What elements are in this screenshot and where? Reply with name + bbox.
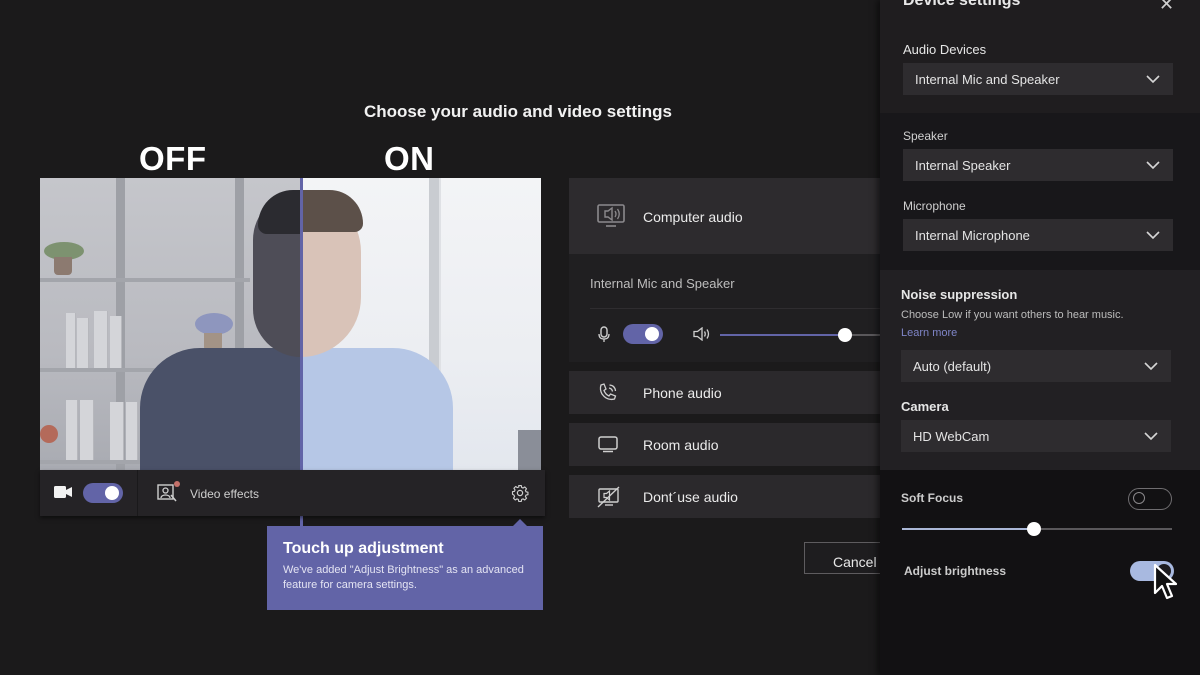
adjust-brightness-label: Adjust brightness: [904, 564, 1007, 578]
gear-icon[interactable]: [511, 484, 529, 507]
mouse-cursor-icon: [1153, 563, 1179, 608]
plant: [195, 313, 233, 335]
camera-select[interactable]: HD WebCam: [901, 420, 1171, 452]
book: [66, 313, 76, 368]
video-effects-icon[interactable]: [157, 484, 177, 507]
audio-devices-label: Audio Devices: [903, 42, 987, 57]
page-title: Choose your audio and video settings: [364, 102, 672, 121]
room-audio-label: Room audio: [643, 437, 719, 453]
comparison-label-off: OFF: [139, 140, 207, 177]
soft-focus-slider[interactable]: [902, 522, 1172, 536]
room-audio-icon: [597, 434, 619, 459]
touch-up-tooltip: Touch up adjustment We've added "Adjust …: [267, 519, 543, 610]
notification-dot: [174, 481, 180, 487]
select-value: Internal Microphone: [915, 228, 1030, 243]
speaker-microphone-group: Speaker Internal Speaker Microphone Inte…: [880, 113, 1200, 270]
toolbar-divider: [137, 470, 138, 516]
phone-audio-label: Phone audio: [643, 385, 722, 401]
audio-option-computer[interactable]: Computer audio: [569, 178, 880, 254]
shelf: [40, 278, 250, 282]
soft-focus-toggle[interactable]: [1128, 488, 1172, 510]
plant-pot: [54, 257, 72, 275]
camera-label: Camera: [901, 399, 949, 414]
person-body-bright: [301, 348, 453, 470]
chair: [518, 430, 541, 470]
toggle-knob: [645, 327, 659, 341]
plant: [40, 425, 58, 443]
video-preview: [40, 178, 541, 470]
chevron-down-icon: [1145, 227, 1161, 248]
speaker-volume-slider[interactable]: [720, 328, 880, 342]
speaker-label: Speaker: [903, 129, 948, 143]
microphone-select[interactable]: Internal Microphone: [903, 219, 1173, 251]
chevron-down-icon: [1143, 358, 1159, 379]
slider-fill: [902, 528, 1035, 530]
noise-suppression-help: Choose Low if you want others to hear mu…: [901, 309, 1124, 321]
tooltip-title: Touch up adjustment: [283, 540, 444, 557]
soft-focus-label: Soft Focus: [901, 491, 963, 505]
device-name: Internal Mic and Speaker: [590, 276, 735, 291]
audio-option-none[interactable]: Dont´use audio: [569, 475, 880, 518]
camera-toggle[interactable]: [83, 483, 123, 503]
divider: [590, 308, 880, 309]
book: [110, 316, 122, 368]
book: [126, 402, 138, 460]
select-value: Auto (default): [913, 359, 992, 374]
noise-suppression-select[interactable]: Auto (default): [901, 350, 1171, 382]
book: [66, 400, 78, 460]
noise-suppression-label: Noise suppression: [901, 287, 1018, 302]
phone-audio-icon: [597, 382, 619, 409]
no-audio-icon: [597, 486, 621, 513]
slider-fill: [720, 334, 845, 336]
computer-audio-details: Internal Mic and Speaker: [569, 254, 880, 362]
video-camera-icon: [54, 485, 72, 504]
chevron-down-icon: [1143, 428, 1159, 449]
person-body-dim: [140, 348, 301, 470]
toggle-knob: [1133, 492, 1145, 504]
preview-brightness-off: [40, 178, 301, 470]
select-value: HD WebCam: [913, 429, 990, 444]
toggle-knob: [105, 486, 119, 500]
book: [77, 318, 89, 368]
video-effects-label[interactable]: Video effects: [190, 487, 259, 501]
comparison-label-on: ON: [384, 140, 435, 177]
slider-thumb[interactable]: [837, 328, 852, 342]
select-value: Internal Mic and Speaker: [915, 72, 1060, 87]
microphone-toggle[interactable]: [623, 324, 663, 344]
device-settings-title: Device settings: [903, 0, 1021, 9]
person-hair-dim: [258, 190, 301, 234]
microphone-icon: [598, 326, 610, 348]
book: [80, 400, 94, 460]
tooltip-body: We've added "Adjust Brightness" as an ad…: [283, 564, 524, 591]
audio-option-room[interactable]: Room audio: [569, 423, 880, 466]
select-value: Internal Speaker: [915, 158, 1011, 173]
close-icon[interactable]: ✕: [1159, 0, 1174, 15]
chevron-down-icon: [1145, 157, 1161, 178]
no-audio-label: Dont´use audio: [643, 489, 738, 505]
chevron-down-icon: [1145, 71, 1161, 92]
learn-more-link[interactable]: Learn more: [901, 327, 957, 339]
computer-audio-icon: [597, 204, 625, 233]
microphone-label: Microphone: [903, 199, 966, 213]
audio-option-phone[interactable]: Phone audio: [569, 371, 880, 414]
preview-toolbar: Video effects: [40, 470, 545, 516]
audio-devices-select[interactable]: Internal Mic and Speaker: [903, 63, 1173, 95]
speaker-icon: [693, 326, 711, 346]
speaker-select[interactable]: Internal Speaker: [903, 149, 1173, 181]
book: [110, 402, 124, 460]
book: [94, 311, 108, 368]
computer-audio-label: Computer audio: [643, 209, 743, 225]
device-settings-panel: Device settings ✕ Audio Devices Internal…: [880, 0, 1200, 675]
